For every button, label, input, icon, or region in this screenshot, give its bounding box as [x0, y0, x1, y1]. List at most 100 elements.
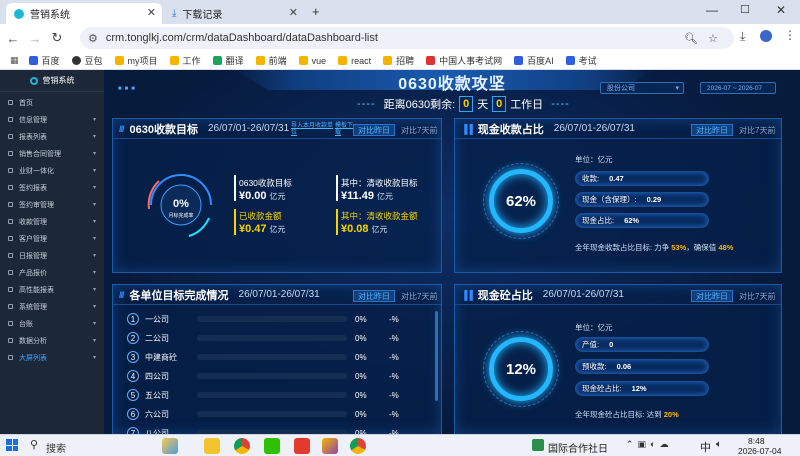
- sidebar-item[interactable]: 台账 ▾: [0, 315, 104, 332]
- menu-icon[interactable]: ⋮: [784, 28, 796, 42]
- sidebar-item[interactable]: 报表列表 ▾: [0, 128, 104, 145]
- stake-percent: 12%: [505, 361, 537, 378]
- bookmark-item[interactable]: 豆包: [71, 54, 103, 67]
- stripes-icon: ▐▐: [461, 123, 473, 134]
- sidebar-item[interactable]: 系统管理 ▾: [0, 298, 104, 315]
- compare-yesterday-button[interactable]: 对比昨日: [691, 290, 733, 302]
- sidebar-item[interactable]: 客户管理 ▾: [0, 230, 104, 247]
- menu-icon: [8, 355, 13, 360]
- bookmark-item[interactable]: 工作: [169, 54, 201, 67]
- tray-icons[interactable]: ⌃▣◐☁: [626, 439, 672, 450]
- stripes-icon: ///: [119, 123, 124, 134]
- sidebar-item[interactable]: 签约审管理 ▾: [0, 196, 104, 213]
- wechat-icon[interactable]: [264, 438, 280, 454]
- sidebar-item[interactable]: 信息管理 ▾: [0, 111, 104, 128]
- tab-favicon-icon: [14, 8, 24, 19]
- bookmark-item[interactable]: 前端: [255, 54, 287, 67]
- rank-badge: 2: [127, 332, 139, 344]
- taskbar-search[interactable]: 搜索: [46, 440, 66, 455]
- forward-icon[interactable]: →: [24, 31, 46, 46]
- chrome-icon[interactable]: [234, 438, 250, 454]
- bookmark-item[interactable]: 百度: [28, 54, 60, 67]
- url-field[interactable]: ⚙ crm.tonglkj.com/crm/dataDashboard/data…: [80, 27, 734, 49]
- sidebar-item[interactable]: 产品报价 ▾: [0, 264, 104, 281]
- unit-name: 四公司: [145, 371, 169, 381]
- scrollbar[interactable]: [435, 311, 438, 401]
- weather-icon[interactable]: [532, 439, 544, 451]
- back-icon[interactable]: ←: [2, 31, 24, 46]
- close-window-icon[interactable]: ✕: [776, 3, 786, 17]
- ratio-target-note: 全年现金收款占比目标: 力争 53%，确保值 48%: [575, 243, 734, 252]
- sidebar-item[interactable]: 日报管理 ▾: [0, 247, 104, 264]
- compare-yesterday-button[interactable]: 对比昨日: [353, 124, 395, 136]
- compare-7days-button[interactable]: 对比7天前: [401, 291, 437, 302]
- sidebar-item[interactable]: 首页: [0, 94, 104, 111]
- zoom-icon[interactable]: 🔍︎: [684, 32, 698, 45]
- output-row: 产值: 0: [575, 337, 709, 352]
- tab-downloads[interactable]: ⤓ 下载记录 ✕: [164, 3, 304, 24]
- date-range-picker[interactable]: 2026-07 ~ 2026-07: [700, 82, 776, 94]
- windows-start-icon[interactable]: [6, 439, 18, 451]
- sidebar-item[interactable]: 高性能报表 ▾: [0, 281, 104, 298]
- clock-date[interactable]: 2026-07-04: [738, 446, 781, 456]
- maximize-icon[interactable]: ☐: [740, 3, 750, 16]
- sidebar-item[interactable]: 收款管理 ▾: [0, 213, 104, 230]
- file-explorer-icon[interactable]: [204, 438, 220, 454]
- panel-date: 26/07/01-26/07/31: [553, 123, 635, 134]
- rank-badge: 6: [127, 408, 139, 420]
- compare-7days-button[interactable]: 对比7天前: [739, 125, 775, 136]
- sidebar-item[interactable]: 签约报表 ▾: [0, 179, 104, 196]
- bookmark-item[interactable]: 招聘: [383, 54, 414, 67]
- bookmark-item[interactable]: my项目: [114, 54, 158, 67]
- tab-marketing[interactable]: 营销系统 ✕: [6, 3, 162, 24]
- bookmark-item[interactable]: vue: [298, 56, 326, 66]
- bookmark-item[interactable]: react: [338, 56, 371, 66]
- copilot-icon[interactable]: [162, 438, 178, 454]
- chrome-icon-2[interactable]: [350, 438, 366, 454]
- tab-title: 下载记录: [182, 10, 223, 21]
- sidebar-item[interactable]: 数据分析 ▾: [0, 332, 104, 349]
- bookmark-item[interactable]: 百度AI: [514, 54, 554, 67]
- downloads-icon[interactable]: ⤓: [740, 29, 745, 44]
- volume-icon[interactable]: 🔈︎: [716, 439, 722, 450]
- bookmark-item[interactable]: 考试: [565, 54, 597, 67]
- sidebar-item[interactable]: 大屏列表 ▾: [0, 349, 104, 366]
- reload-icon[interactable]: ↻: [46, 30, 68, 46]
- unit-label: 单位：亿元: [575, 323, 613, 332]
- apps-icon[interactable]: ▦: [10, 55, 19, 66]
- close-tab-icon[interactable]: ✕: [289, 6, 298, 19]
- unit-row: 2 二公司 0% -%: [127, 330, 427, 346]
- sidebar-item[interactable]: 销售合同管理 ▾: [0, 145, 104, 162]
- unit-row: 4 四公司 0% -%: [127, 368, 427, 384]
- import-link[interactable]: 导入本月收款单位: [291, 123, 333, 137]
- taskbar-search-icon[interactable]: ⚲: [30, 438, 38, 451]
- sidebar-menu: 首页 信息管理 ▾ 报表列表 ▾ 销售合同管理 ▾ 业财一体化 ▾ 签约报表 ▾ 签约审管理 ▾ 收款管理…: [0, 92, 104, 366]
- sidebar-item[interactable]: 业财一体化 ▾: [0, 162, 104, 179]
- wps-pdf-icon[interactable]: [322, 438, 338, 454]
- profile-icon[interactable]: [760, 30, 772, 42]
- close-tab-icon[interactable]: ✕: [147, 6, 156, 19]
- wps-icon[interactable]: [294, 438, 310, 454]
- site-info-icon[interactable]: ⚙: [88, 32, 98, 45]
- weather-text[interactable]: 国际合作社日: [548, 440, 608, 455]
- ime-indicator[interactable]: 中: [700, 439, 711, 455]
- new-tab-button[interactable]: +: [312, 4, 320, 19]
- minimize-icon[interactable]: —: [706, 3, 718, 17]
- clear-received-value: ¥0.08 亿元: [341, 223, 388, 235]
- unit-row: 6 六公司 0% -%: [127, 406, 427, 422]
- bookmark-item[interactable]: 翻译: [212, 54, 244, 67]
- progress-bar: [197, 354, 347, 360]
- company-select[interactable]: 股份公司 ▾: [600, 82, 684, 94]
- compare-7days-button[interactable]: 对比7天前: [401, 125, 437, 136]
- clock-time[interactable]: 8:48: [748, 436, 765, 446]
- chevron-down-icon: ▾: [92, 270, 96, 276]
- bookmark-item[interactable]: 中国人事考试网: [426, 54, 502, 67]
- rank-badge: 3: [127, 351, 139, 363]
- chevron-down-icon: ▾: [92, 355, 96, 361]
- compare-yesterday-button[interactable]: 对比昨日: [353, 290, 395, 302]
- compare-7days-button[interactable]: 对比7天前: [739, 291, 775, 302]
- star-icon[interactable]: ☆: [708, 32, 718, 45]
- menu-icon: [8, 202, 13, 207]
- compare-yesterday-button[interactable]: 对比昨日: [691, 124, 733, 136]
- template-download-link[interactable]: 模板下载: [335, 123, 353, 137]
